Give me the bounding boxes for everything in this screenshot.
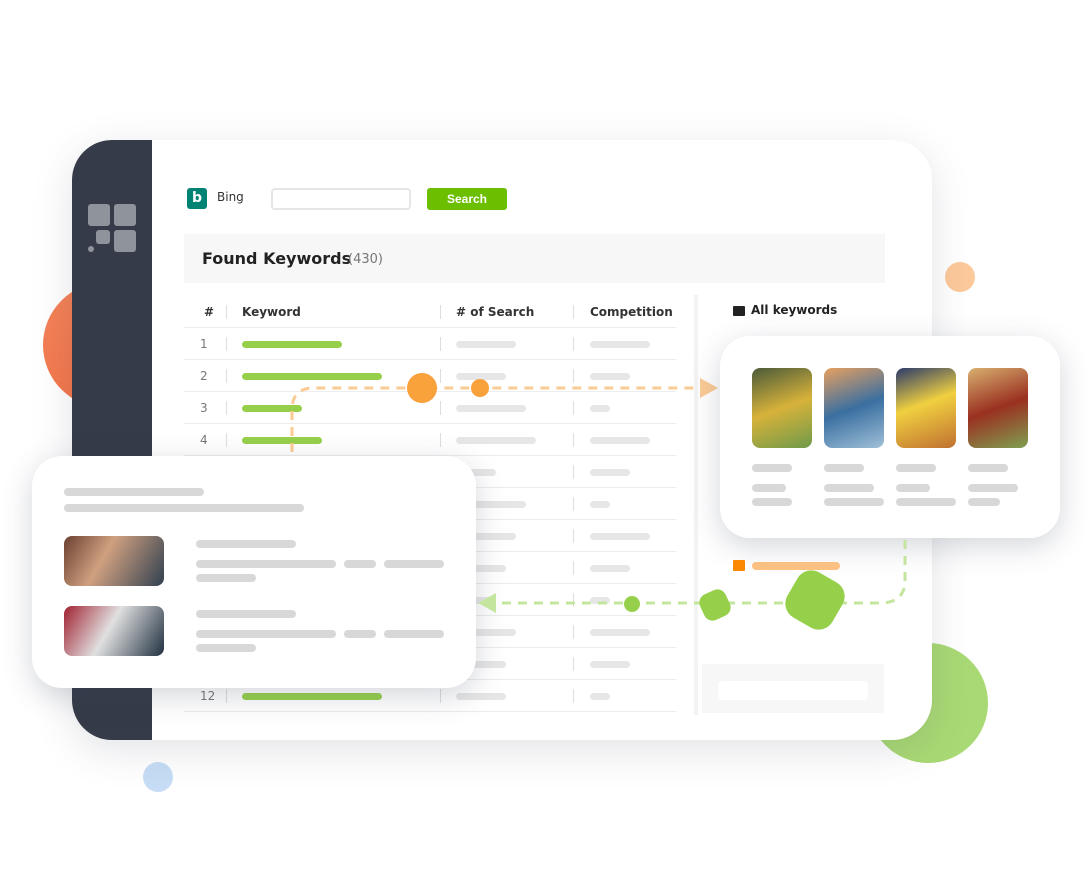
green-arrow-icon <box>478 593 496 613</box>
green-blob-medium <box>699 589 731 621</box>
flow-connectors-green <box>478 540 907 630</box>
green-dot-small <box>624 596 640 612</box>
green-blob-large <box>785 570 845 630</box>
